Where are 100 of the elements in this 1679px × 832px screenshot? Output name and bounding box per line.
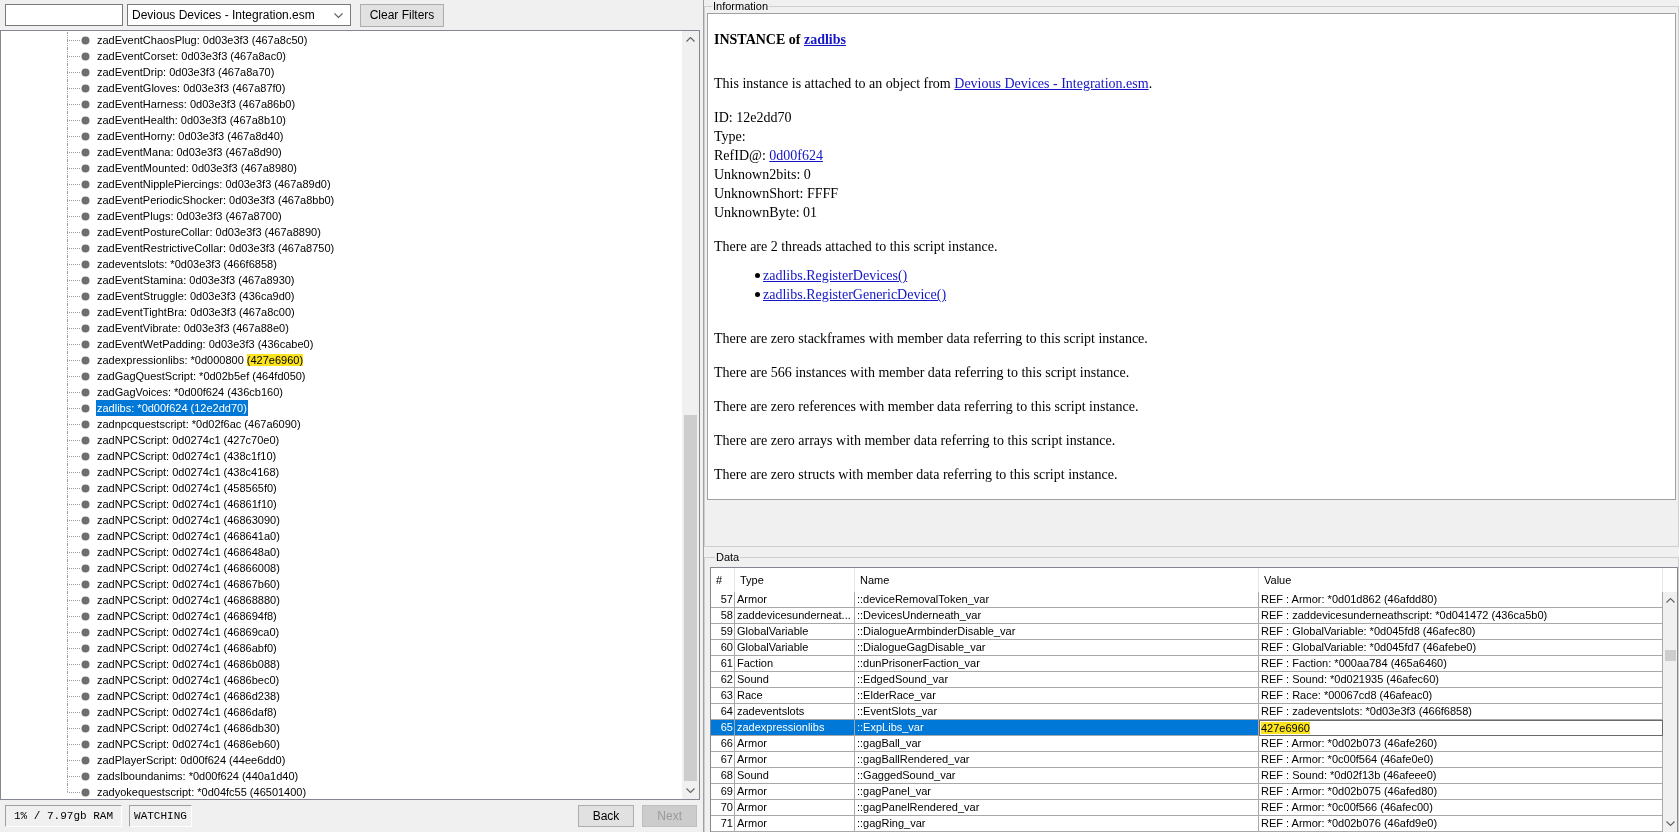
summary-text: There are zero references with member data referring to this script instance. xyxy=(714,398,1140,416)
tree-item[interactable]: zadEventVibrate: 0d03e3f3 (467a88e0) xyxy=(96,320,290,336)
table-cell: REF : GlobalVariable: *0d045fd7 (46afebe0) xyxy=(1259,640,1663,656)
tree-item[interactable]: zadNPCScript: 0d0274c1 (468694f8) xyxy=(96,608,278,624)
table-cell: ::dunPrisonerFaction_var xyxy=(855,656,1259,672)
tree-item[interactable]: zadEventPeriodicShocker: 0d03e3f3 (467a8bb0) xyxy=(96,192,336,208)
tree-item[interactable]: zadNPCScript: 0d0274c1 (46869ca0) xyxy=(96,624,281,640)
scrollbar-thumb[interactable] xyxy=(1665,650,1676,661)
tree-item[interactable]: zadEventChaosPlug: 0d03e3f3 (467a8c50) xyxy=(96,32,309,48)
thread-link[interactable]: zadlibs.RegisterGenericDevice() xyxy=(763,285,947,304)
table-cell: REF : zadeventslots: *0d03e3f3 (466f6858) xyxy=(1259,704,1663,720)
tree-item[interactable]: zadeventslots: *0d03e3f3 (466f6858) xyxy=(96,256,278,272)
tree-item[interactable]: zadslboundanims: *0d00f624 (440a1d40) xyxy=(96,768,300,784)
tree-item[interactable]: zadNPCScript: 0d0274c1 (468648a0) xyxy=(96,544,281,560)
dot-icon xyxy=(81,483,90,493)
scrollbar-thumb[interactable] xyxy=(684,415,697,781)
scrollbar[interactable] xyxy=(682,31,699,799)
tree-item[interactable]: zadNPCScript: 0d0274c1 (46866008) xyxy=(96,560,281,576)
tree-item[interactable]: zadNPCScript: 0d0274c1 (4686d238) xyxy=(96,688,281,704)
tree-item[interactable]: zadEventCorset: 0d03e3f3 (467a8ac0) xyxy=(96,48,287,64)
dot-icon xyxy=(81,611,90,621)
dot-icon xyxy=(81,707,90,717)
tree-item[interactable]: zadEventMounted: 0d03e3f3 (467a8980) xyxy=(96,160,298,176)
tree-item[interactable]: zadEventStamina: 0d03e3f3 (467a8930) xyxy=(96,272,296,288)
tree-item[interactable]: zadNPCScript: 0d0274c1 (4686daf8) xyxy=(96,704,278,720)
tree-item[interactable]: zadGagVoices: *0d00f624 (436cb160) xyxy=(96,384,284,400)
table-cell: 60 xyxy=(711,640,735,656)
tree-item[interactable]: zadNPCScript: 0d0274c1 (46863090) xyxy=(96,512,281,528)
dot-icon xyxy=(81,691,90,701)
dot-icon xyxy=(81,163,90,173)
table-cell: REF : Armor: *0d01d862 (46afdd80) xyxy=(1259,592,1663,608)
table-cell: 62 xyxy=(711,672,735,688)
tree-item[interactable]: zadNPCScript: 0d0274c1 (4686bec0) xyxy=(96,672,281,688)
tree-item[interactable]: zadEventDrip: 0d03e3f3 (467a8a70) xyxy=(96,64,276,80)
tree-item[interactable]: zadNPCScript: 0d0274c1 (4686db30) xyxy=(96,720,281,736)
dot-icon xyxy=(81,531,90,541)
tree-item[interactable]: zadNPCScript: 0d0274c1 (427c70e0) xyxy=(96,432,281,448)
tree-item[interactable]: zadPlayerScript: 0d00f624 (44ee6dd0) xyxy=(96,752,287,768)
tree-item[interactable]: zadEventWetPadding: 0d03e3f3 (436cabe0) xyxy=(96,336,315,352)
dot-icon xyxy=(81,67,90,77)
dot-icon xyxy=(81,99,90,109)
tree-item[interactable]: zadNPCScript: 0d0274c1 (438c1f10) xyxy=(96,448,278,464)
table-cell: Armor xyxy=(735,592,855,608)
tree-item[interactable]: zadEventNipplePiercings: 0d03e3f3 (467a89d0) xyxy=(96,176,332,192)
dot-icon xyxy=(81,787,90,797)
dot-icon xyxy=(81,275,90,285)
tree-item[interactable]: zadNPCScript: 0d0274c1 (4686b088) xyxy=(96,656,281,672)
dot-icon xyxy=(81,627,90,637)
table-cell: ::gagRing_var xyxy=(855,816,1259,832)
tree-item[interactable]: zadNPCScript: 0d0274c1 (46867b60) xyxy=(96,576,281,592)
memory-usage: 1% / 7.97gb RAM xyxy=(5,805,123,827)
tree-item[interactable]: zadEventMana: 0d03e3f3 (467a8d90) xyxy=(96,144,283,160)
tree-item[interactable]: zadNPCScript: 0d0274c1 (46861f10) xyxy=(96,496,278,512)
tree-item[interactable]: zadEventHorny: 0d03e3f3 (467a8d40) xyxy=(96,128,285,144)
table-cell: REF : GlobalVariable: *0d045fd8 (46afec80) xyxy=(1259,624,1663,640)
tree-item[interactable]: zadEventHealth: 0d03e3f3 (467a8b10) xyxy=(96,112,287,128)
chevron-down-icon[interactable] xyxy=(686,788,695,793)
plugin-dropdown[interactable]: Devious Devices - Integration.esm xyxy=(127,4,351,26)
tree-item[interactable]: zadlibs: *0d00f624 (12e2dd70) xyxy=(96,400,248,416)
thread-link[interactable]: zadlibs.RegisterDevices() xyxy=(763,266,908,285)
tree-item[interactable]: zadEventPostureCollar: 0d03e3f3 (467a8890) xyxy=(96,224,322,240)
dot-icon xyxy=(81,419,90,429)
chevron-up-icon[interactable] xyxy=(1666,598,1675,603)
ref-link[interactable]: 0d00f624 xyxy=(769,148,823,163)
tree-item[interactable]: zadGagQuestScript: *0d02b5ef (464fd050) xyxy=(96,368,307,384)
tree-item[interactable]: zadEventTightBra: 0d03e3f3 (467a8c00) xyxy=(96,304,296,320)
table-cell: zaddevicesunderneat... xyxy=(735,608,855,624)
table-cell: 66 xyxy=(711,736,735,752)
script-link[interactable]: zadlibs xyxy=(804,32,846,47)
table-cell: 63 xyxy=(711,688,735,704)
scrollbar[interactable] xyxy=(1663,592,1677,832)
chevron-up-icon[interactable] xyxy=(686,37,695,42)
tree-item[interactable]: zadNPCScript: 0d0274c1 (468641a0) xyxy=(96,528,281,544)
tree-item[interactable]: zadEventStruggle: 0d03e3f3 (436ca9d0) xyxy=(96,288,296,304)
tree-item[interactable]: zadexpressionlibs: *0d000800 (427e6960) xyxy=(96,352,305,368)
tree-item[interactable]: zadEventPlugs: 0d03e3f3 (467a8700) xyxy=(96,208,283,224)
tree-item[interactable]: zadEventRestrictiveCollar: 0d03e3f3 (467a8750) xyxy=(96,240,336,256)
tree-item[interactable]: zadNPCScript: 0d0274c1 (438c4168) xyxy=(96,464,281,480)
table-cell: 70 xyxy=(711,800,735,816)
table-cell: Armor xyxy=(735,752,855,768)
chevron-down-icon[interactable] xyxy=(1666,821,1675,826)
tree-item[interactable]: zadEventHarness: 0d03e3f3 (467a86b0) xyxy=(96,96,297,112)
tree-item[interactable]: zadyokequestscript: *0d04fc55 (46501400) xyxy=(96,784,308,799)
chevron-down-icon[interactable] xyxy=(334,12,343,18)
dot-icon xyxy=(81,659,90,669)
tree-item[interactable]: zadnpcquestscript: *0d02f6ac (467a6090) xyxy=(96,416,302,432)
tree-item[interactable]: zadNPCScript: 0d0274c1 (4686eb60) xyxy=(96,736,281,752)
tree-item[interactable]: zadNPCScript: 0d0274c1 (4686abf0) xyxy=(96,640,278,656)
tree-item[interactable]: zadNPCScript: 0d0274c1 (46868880) xyxy=(96,592,281,608)
clear-filters-button[interactable]: Clear Filters xyxy=(360,3,444,27)
dot-icon xyxy=(81,739,90,749)
nav-button[interactable]: Back xyxy=(577,805,635,827)
dot-icon xyxy=(81,35,90,45)
tree-item[interactable]: zadEventGloves: 0d03e3f3 (467a87f0) xyxy=(96,80,287,96)
bullet-icon xyxy=(755,273,760,278)
tree-item[interactable]: zadNPCScript: 0d0274c1 (458565f0) xyxy=(96,480,278,496)
filter-field[interactable] xyxy=(5,4,123,26)
table-cell: REF : Armor: *0d02b073 (46afe260) xyxy=(1259,736,1663,752)
info-line: ID: 12e2dd70 xyxy=(714,109,793,127)
plugin-link[interactable]: Devious Devices - Integration.esm xyxy=(954,76,1149,91)
